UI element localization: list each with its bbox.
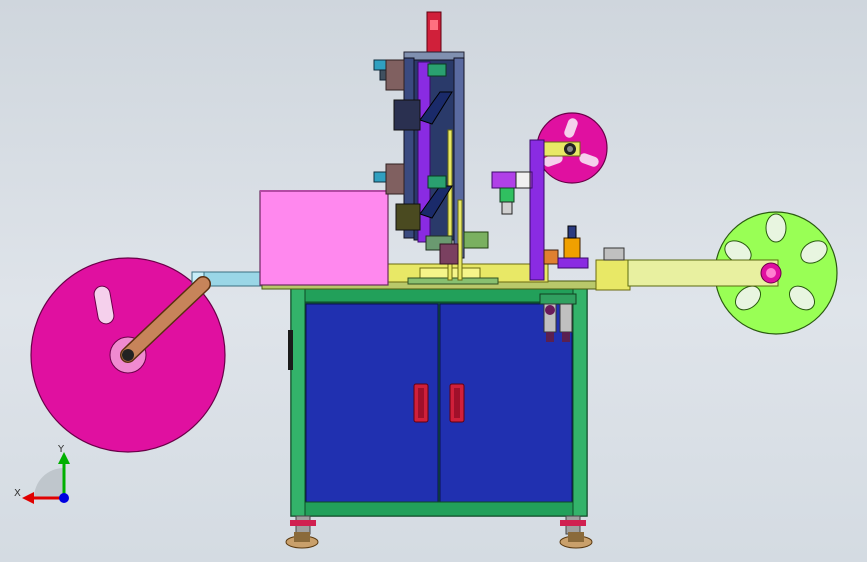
- top-right-reel: [536, 112, 608, 184]
- right-feed-block: [595, 247, 631, 291]
- pink-cover-box: [259, 190, 389, 286]
- cabinet: [288, 287, 588, 517]
- right-reel-arm: [627, 259, 782, 287]
- cad-viewport[interactable]: Y X: [0, 0, 867, 562]
- x-axis-label: X: [14, 488, 21, 499]
- door-handle-right: [449, 383, 465, 423]
- foot-right: [559, 515, 593, 549]
- small-actuator: [557, 225, 589, 269]
- vertical-mast: [373, 11, 489, 281]
- machine-drawing: Y X: [14, 11, 838, 549]
- coordinate-triad: Y X: [14, 444, 70, 504]
- foot-left: [285, 515, 319, 549]
- x-axis-arrow: [22, 492, 34, 504]
- door-handle-left: [413, 383, 429, 423]
- y-axis-label: Y: [57, 444, 65, 455]
